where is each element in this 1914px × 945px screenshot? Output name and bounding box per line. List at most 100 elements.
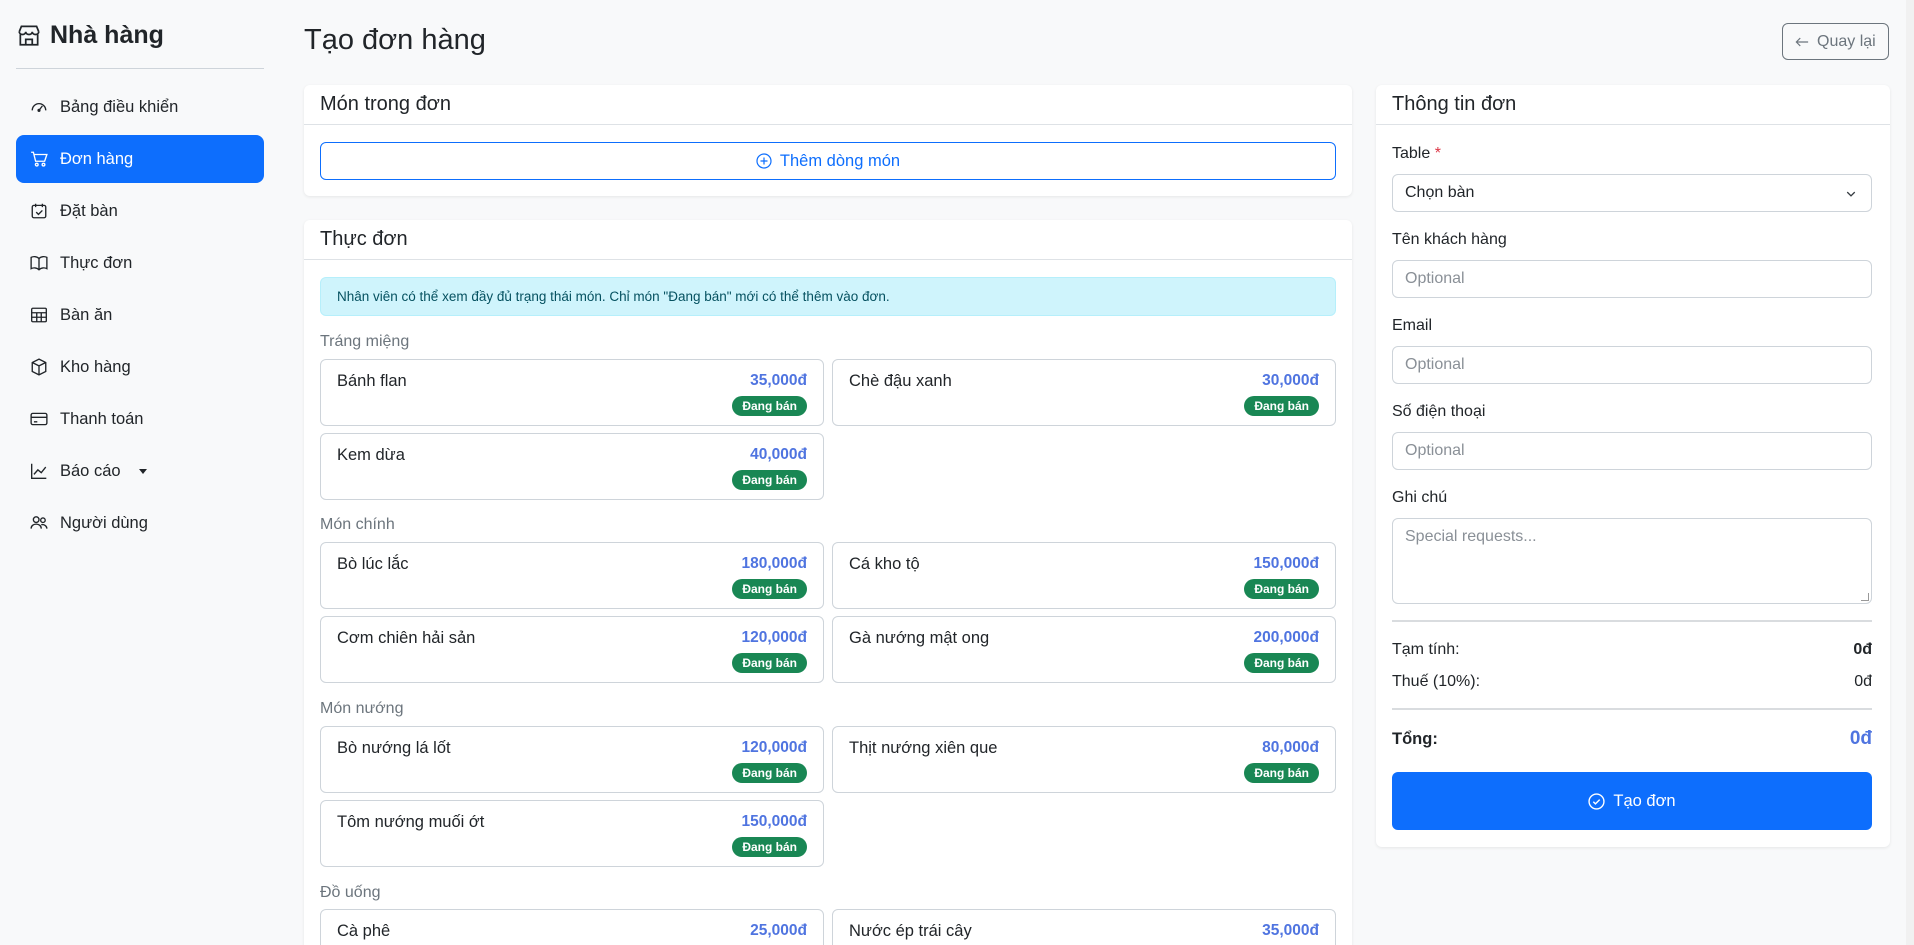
divider bbox=[1392, 708, 1872, 710]
subtotal-value: 0đ bbox=[1853, 641, 1872, 658]
create-order-label: Tạo đơn bbox=[1613, 791, 1676, 810]
speedometer-icon bbox=[31, 102, 47, 112]
total-value: 0đ bbox=[1849, 728, 1872, 749]
dish-name: Thịt nướng xiên que bbox=[849, 739, 998, 757]
menu-dish[interactable]: Kem dừa 40,000đ Đang bán bbox=[320, 433, 824, 500]
menu-dish[interactable]: Bò lúc lắc 180,000đ Đang bán bbox=[320, 542, 824, 609]
email-field[interactable]: Optional bbox=[1392, 346, 1872, 384]
dish-name: Chè đậu xanh bbox=[849, 372, 952, 390]
sidebar-item-label: Đơn hàng bbox=[60, 149, 134, 168]
sidebar-item-label: Bảng điều khiển bbox=[60, 97, 179, 116]
dish-name: Cà phê bbox=[337, 922, 391, 940]
menu-title: Thực đơn bbox=[304, 220, 1352, 260]
credit-card-icon bbox=[30, 412, 48, 426]
dish-price: 30,000đ bbox=[1262, 372, 1319, 389]
menu-dish[interactable]: Nước ép trái cây 35,000đ bbox=[832, 909, 1336, 945]
dish-price: 150,000đ bbox=[741, 813, 808, 830]
status-badge: Đang bán bbox=[732, 653, 807, 673]
menu-dish[interactable]: Bò nướng lá lốt 120,000đ Đang bán bbox=[320, 726, 824, 793]
phone-field[interactable]: Optional bbox=[1392, 432, 1872, 470]
total-label: Tổng: bbox=[1392, 729, 1438, 748]
scrollbar[interactable] bbox=[1906, 0, 1914, 945]
dish-name: Cá kho tộ bbox=[849, 555, 920, 573]
sidebar-item-reports[interactable]: Báo cáo bbox=[16, 447, 264, 495]
dish-price: 120,000đ bbox=[741, 739, 808, 756]
plus-circle-icon bbox=[756, 153, 772, 169]
menu-dish[interactable]: Cà phê 25,000đ bbox=[320, 909, 824, 945]
sidebar: Nhà hàng Bảng điều khiển Đơn hàng Đặt bà… bbox=[0, 0, 280, 945]
sidebar-item-users[interactable]: Người dùng bbox=[16, 499, 264, 547]
table-label-text: Table bbox=[1392, 145, 1431, 162]
note-label: Ghi chú bbox=[1392, 489, 1448, 506]
dish-name: Bò lúc lắc bbox=[337, 555, 409, 573]
shop-icon bbox=[18, 25, 40, 46]
dish-name: Bò nướng lá lốt bbox=[337, 739, 451, 757]
page-title: Tạo đơn hàng bbox=[304, 24, 486, 56]
sidebar-item-payments[interactable]: Thanh toán bbox=[16, 395, 264, 443]
people-icon bbox=[30, 516, 48, 529]
sidebar-item-inventory[interactable]: Kho hàng bbox=[16, 343, 264, 391]
sidebar-item-label: Thanh toán bbox=[60, 409, 144, 428]
back-button[interactable]: Quay lại bbox=[1782, 23, 1889, 60]
sidebar-item-menu[interactable]: Thực đơn bbox=[16, 239, 264, 287]
order-info-card: Thông tin đơn Table * Chọn bàn Tên khách… bbox=[1376, 85, 1890, 847]
sidebar-item-orders[interactable]: Đơn hàng bbox=[16, 135, 264, 183]
menu-dish[interactable]: Gà nướng mật ong 200,000đ Đang bán bbox=[832, 616, 1336, 683]
resize-handle[interactable] bbox=[1861, 593, 1869, 601]
dish-price: 80,000đ bbox=[1262, 739, 1319, 756]
chevron-down-icon bbox=[1846, 191, 1856, 197]
check-circle-icon bbox=[1588, 792, 1606, 810]
category-title: Món nướng bbox=[320, 700, 404, 717]
menu-dish[interactable]: Thịt nướng xiên que 80,000đ Đang bán bbox=[832, 726, 1336, 793]
required-mark: * bbox=[1434, 145, 1441, 162]
graph-up-icon bbox=[31, 463, 47, 479]
dish-name: Cơm chiên hải sản bbox=[337, 629, 476, 647]
menu-dish[interactable]: Cá kho tộ 150,000đ Đang bán bbox=[832, 542, 1336, 609]
note-placeholder: Special requests... bbox=[1405, 528, 1537, 545]
sidebar-item-tables[interactable]: Bàn ăn bbox=[16, 291, 264, 339]
status-badge: Đang bán bbox=[1244, 653, 1319, 673]
dish-price: 120,000đ bbox=[741, 629, 808, 646]
dish-price: 35,000đ bbox=[750, 372, 807, 389]
sidebar-item-dashboard[interactable]: Bảng điều khiển bbox=[16, 83, 264, 131]
table-icon bbox=[31, 307, 47, 323]
menu-dish[interactable]: Tôm nướng muối ớt 150,000đ Đang bán bbox=[320, 800, 824, 867]
cart-icon bbox=[31, 151, 48, 167]
menu-dish[interactable]: Cơm chiên hải sản 120,000đ Đang bán bbox=[320, 616, 824, 683]
sidebar-item-label: Kho hàng bbox=[60, 357, 131, 376]
dish-name: Bánh flan bbox=[337, 372, 407, 390]
note-field[interactable]: Special requests... bbox=[1392, 518, 1872, 604]
menu-dish[interactable]: Bánh flan 35,000đ Đang bán bbox=[320, 359, 824, 426]
sidebar-item-label: Người dùng bbox=[60, 513, 148, 532]
tax-value: 0đ bbox=[1854, 673, 1872, 690]
box-icon bbox=[31, 358, 47, 376]
divider bbox=[16, 68, 264, 69]
brand[interactable]: Nhà hàng bbox=[16, 18, 264, 52]
menu-dish[interactable]: Chè đậu xanh 30,000đ Đang bán bbox=[832, 359, 1336, 426]
dish-price: 150,000đ bbox=[1253, 555, 1320, 572]
sidebar-item-reservations[interactable]: Đặt bàn bbox=[16, 187, 264, 235]
tax-label: Thuế (10%): bbox=[1392, 673, 1481, 690]
customer-name-field[interactable]: Optional bbox=[1392, 260, 1872, 298]
book-icon bbox=[30, 255, 48, 271]
arrow-left-icon bbox=[1795, 37, 1809, 46]
table-select[interactable]: Chọn bàn bbox=[1392, 174, 1872, 212]
status-badge: Đang bán bbox=[1244, 396, 1319, 416]
order-info-title: Thông tin đơn bbox=[1376, 85, 1890, 125]
status-badge: Đang bán bbox=[1244, 763, 1319, 783]
create-order-button[interactable]: Tạo đơn bbox=[1392, 772, 1872, 830]
dish-price: 200,000đ bbox=[1253, 629, 1320, 646]
category-title: Tráng miệng bbox=[320, 333, 410, 350]
dish-price: 40,000đ bbox=[750, 446, 807, 463]
brand-name: Nhà hàng bbox=[50, 20, 164, 49]
phone-label: Số điện thoại bbox=[1392, 403, 1486, 420]
table-label: Table * bbox=[1392, 145, 1441, 163]
menu-card: Thực đơn Nhân viên có thể xem đầy đủ trạ… bbox=[304, 220, 1352, 945]
dish-name: Nước ép trái cây bbox=[849, 922, 972, 940]
dish-price: 180,000đ bbox=[741, 555, 808, 572]
subtotal-label: Tạm tính: bbox=[1392, 641, 1460, 658]
divider bbox=[1392, 620, 1872, 622]
add-line-button[interactable]: Thêm dòng món bbox=[320, 142, 1336, 180]
sidebar-item-label: Bàn ăn bbox=[60, 305, 113, 324]
tax-row: Thuế (10%): 0đ bbox=[1392, 673, 1872, 691]
